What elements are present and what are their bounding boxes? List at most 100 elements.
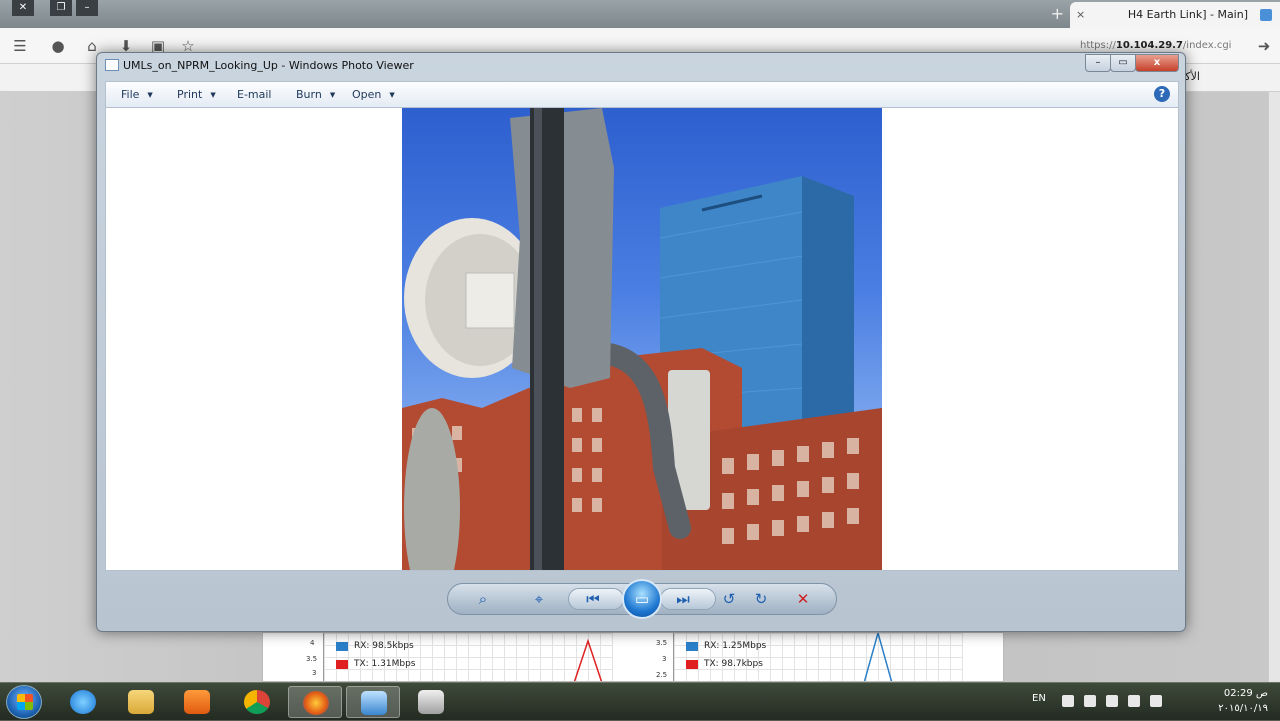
photo-canvas — [105, 107, 1179, 571]
graph-2-tick: 3 — [662, 655, 667, 663]
photo-viewer-app-icon — [105, 59, 119, 71]
menu-open-label: Open — [352, 88, 382, 101]
firefox-icon — [303, 691, 329, 715]
rss-icon — [1260, 9, 1272, 21]
rx-swatch — [336, 642, 348, 651]
menu-icon[interactable]: ☰ — [10, 36, 30, 56]
language-indicator[interactable]: EN — [1032, 693, 1046, 704]
previous-button[interactable]: ⏮ — [576, 584, 610, 614]
photo-illustration — [402, 108, 882, 570]
rx-legend-label: RX: 1.25Mbps — [704, 641, 767, 651]
menu-burn[interactable]: Burn ▼ — [296, 88, 335, 101]
taskbar-app[interactable] — [404, 686, 458, 718]
tab-label: H4 Earth Link] - Main] — [1127, 8, 1248, 21]
restore-icon[interactable]: ❐ — [50, 0, 72, 16]
window-title: UMLs_on_NPRM_Looking_Up - Windows Photo … — [123, 59, 414, 72]
browser-tab-strip: ✕ ❐ – + × H4 Earth Link] - Main] — [0, 0, 1280, 28]
windows-logo-icon — [17, 694, 33, 710]
app-icon — [418, 690, 444, 714]
traffic-graph-2: 3.5 3 2.5 RX: 1.25Mbps TX: 98.7kbps — [656, 633, 963, 681]
displayed-photo — [402, 108, 882, 570]
close-button[interactable]: x — [1135, 54, 1179, 72]
menu-open[interactable]: Open ▼ — [352, 88, 395, 101]
photo-viewer-menubar: File ▼ Print ▼ E-mail Burn ▼ Open ▼ ? — [105, 81, 1179, 107]
menu-email[interactable]: E-mail — [237, 88, 272, 101]
rx-spike — [864, 633, 893, 681]
close-icon[interactable]: ✕ — [12, 0, 34, 16]
taskbar-media-player[interactable] — [170, 686, 224, 718]
tx-legend-label: TX: 98.7kbps — [704, 659, 763, 669]
tray-expand-icon[interactable] — [1062, 695, 1074, 707]
zoom-button[interactable]: ⌕ — [466, 584, 500, 614]
network-icon[interactable] — [1106, 695, 1118, 707]
page-scrollbar[interactable] — [1268, 92, 1280, 682]
control-pill: ⌕ ⌖ ⏮ ⏭ ▭ ↺ ↻ ✕ — [447, 579, 837, 619]
graph-1-tick: 3.5 — [306, 655, 318, 663]
maximize-button[interactable]: ▭ — [1110, 54, 1136, 72]
rx-swatch — [686, 642, 698, 651]
slideshow-button[interactable]: ▭ — [622, 579, 662, 619]
taskbar-photo-viewer[interactable] — [346, 686, 400, 718]
photo-viewer-titlebar[interactable]: UMLs_on_NPRM_Looking_Up - Windows Photo … — [97, 53, 1185, 79]
internet-explorer-icon — [70, 690, 96, 714]
tx-legend: TX: 1.31Mbps — [336, 659, 415, 669]
url-prefix: https:// — [1080, 40, 1116, 51]
taskbar-chrome[interactable] — [230, 686, 284, 718]
start-button[interactable] — [6, 685, 42, 719]
delete-button[interactable]: ✕ — [786, 584, 820, 614]
rx-legend-label: RX: 98.5kbps — [354, 641, 414, 651]
caret-down-icon: ▼ — [389, 91, 395, 99]
clock-time[interactable]: 02:29 ص — [1224, 688, 1268, 699]
taskbar-internet-explorer[interactable] — [56, 686, 110, 718]
graph-2-tick: 2.5 — [656, 671, 668, 679]
minimize-button[interactable]: – — [1085, 54, 1111, 72]
traffic-graph-1: 4 3.5 3 RX: 98.5kbps TX: 1.31Mbps — [306, 633, 613, 681]
action-center-icon[interactable] — [1084, 695, 1096, 707]
next-button[interactable]: ⏭ — [666, 584, 700, 614]
taskbar-file-explorer[interactable] — [114, 686, 168, 718]
menu-print-label: Print — [177, 88, 203, 101]
rx-legend: RX: 1.25Mbps — [686, 641, 766, 651]
caret-down-icon: ▼ — [210, 91, 216, 99]
traffic-graphs-panel: 4 3.5 3 RX: 98.5kbps TX: 1.31Mbps 3.5 3 … — [262, 632, 1004, 682]
graph-2-tick: 3.5 — [656, 639, 668, 647]
menu-print[interactable]: Print ▼ — [177, 88, 216, 101]
tx-swatch — [686, 660, 698, 669]
photo-viewer-window: UMLs_on_NPRM_Looking_Up - Windows Photo … — [96, 52, 1186, 632]
menu-email-label: E-mail — [237, 88, 272, 101]
chat-icon[interactable]: ● — [48, 36, 68, 56]
menu-file[interactable]: File ▼ — [121, 88, 153, 101]
url-host: 10.104.29.7 — [1115, 40, 1183, 51]
graph-1-tick: 4 — [310, 639, 315, 647]
tx-spike — [574, 638, 603, 681]
volume-icon[interactable] — [1128, 695, 1140, 707]
menu-file-label: File — [121, 88, 140, 101]
chrome-icon — [244, 690, 270, 714]
caret-down-icon: ▼ — [329, 91, 336, 99]
rx-legend: RX: 98.5kbps — [336, 641, 414, 651]
tx-legend-label: TX: 1.31Mbps — [354, 659, 416, 669]
rotate-ccw-button[interactable]: ↺ — [712, 584, 746, 614]
taskbar-firefox[interactable] — [288, 686, 342, 718]
menu-burn-label: Burn — [296, 88, 322, 101]
battery-icon[interactable] — [1150, 695, 1162, 707]
minimize-icon[interactable]: – — [76, 0, 98, 16]
clock-date[interactable]: ٢٠١٥/١٠/١٩ — [1218, 703, 1268, 714]
media-player-icon — [184, 690, 210, 714]
actual-size-button[interactable]: ⌖ — [522, 584, 556, 614]
tx-legend: TX: 98.7kbps — [686, 659, 763, 669]
browser-tab[interactable]: × H4 Earth Link] - Main] — [1070, 2, 1280, 28]
help-icon[interactable]: ? — [1154, 86, 1170, 102]
folder-icon — [128, 690, 154, 714]
rotate-cw-button[interactable]: ↻ — [744, 584, 778, 614]
tab-close-icon[interactable]: × — [1076, 2, 1085, 28]
go-arrow-icon[interactable]: ➜ — [1254, 36, 1274, 56]
photo-viewer-icon — [361, 691, 387, 715]
tx-swatch — [336, 660, 348, 669]
graph-1-tick: 3 — [312, 669, 317, 677]
photo-viewer-controls: ⌕ ⌖ ⏮ ⏭ ▭ ↺ ↻ ✕ — [97, 571, 1185, 633]
new-tab-button[interactable]: + — [1051, 4, 1064, 23]
taskbar: EN 02:29 ص ٢٠١٥/١٠/١٩ — [0, 682, 1280, 720]
system-tray: EN 02:29 ص ٢٠١٥/١٠/١٩ — [1032, 683, 1272, 721]
url-path: /index.cgi — [1182, 40, 1232, 51]
